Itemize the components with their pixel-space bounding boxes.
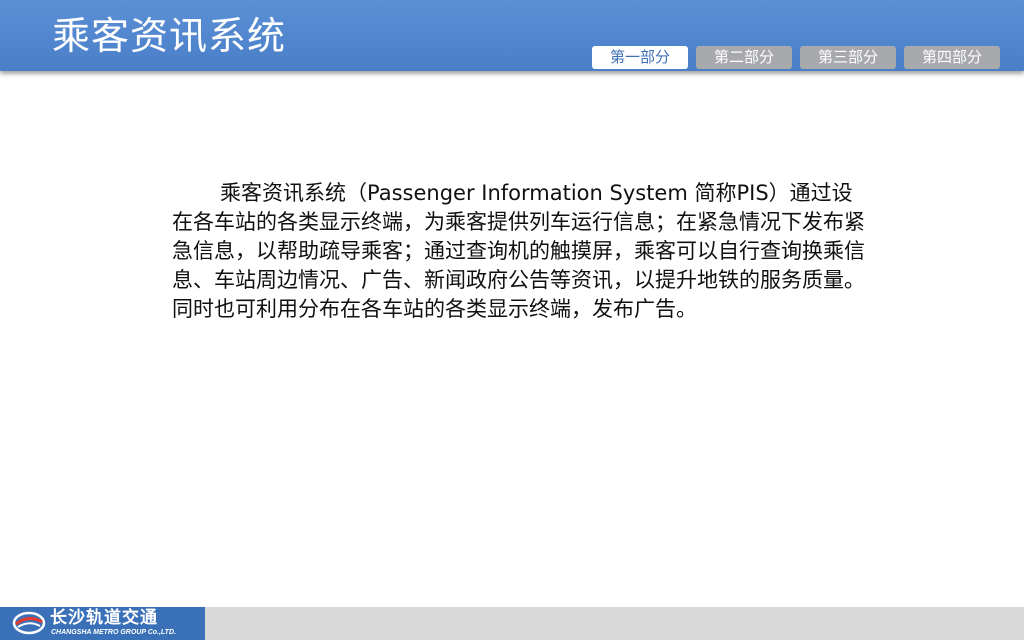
logo-english-name: CHANGSHA METRO GROUP Co.,LTD. bbox=[51, 629, 176, 636]
tab-part-4[interactable]: 第四部分 bbox=[904, 46, 1000, 69]
tab-part-3[interactable]: 第三部分 bbox=[800, 46, 896, 69]
logo-chinese-name: 长沙轨道交通 bbox=[50, 608, 158, 628]
company-logo: 长沙轨道交通 CHANGSHA METRO GROUP Co.,LTD. bbox=[0, 607, 205, 640]
tab-part-1[interactable]: 第一部分 bbox=[592, 46, 688, 69]
tab-part-2[interactable]: 第二部分 bbox=[696, 46, 792, 69]
metro-logo-icon bbox=[12, 611, 46, 639]
page-title: 乘客资讯系统 bbox=[52, 14, 287, 58]
footer-bar: 长沙轨道交通 CHANGSHA METRO GROUP Co.,LTD. bbox=[0, 607, 1024, 640]
header-bar: 乘客资讯系统 第一部分 第二部分 第三部分 第四部分 bbox=[0, 0, 1024, 71]
body-paragraph: 乘客资讯系统（Passenger Information System 简称PI… bbox=[172, 181, 865, 321]
